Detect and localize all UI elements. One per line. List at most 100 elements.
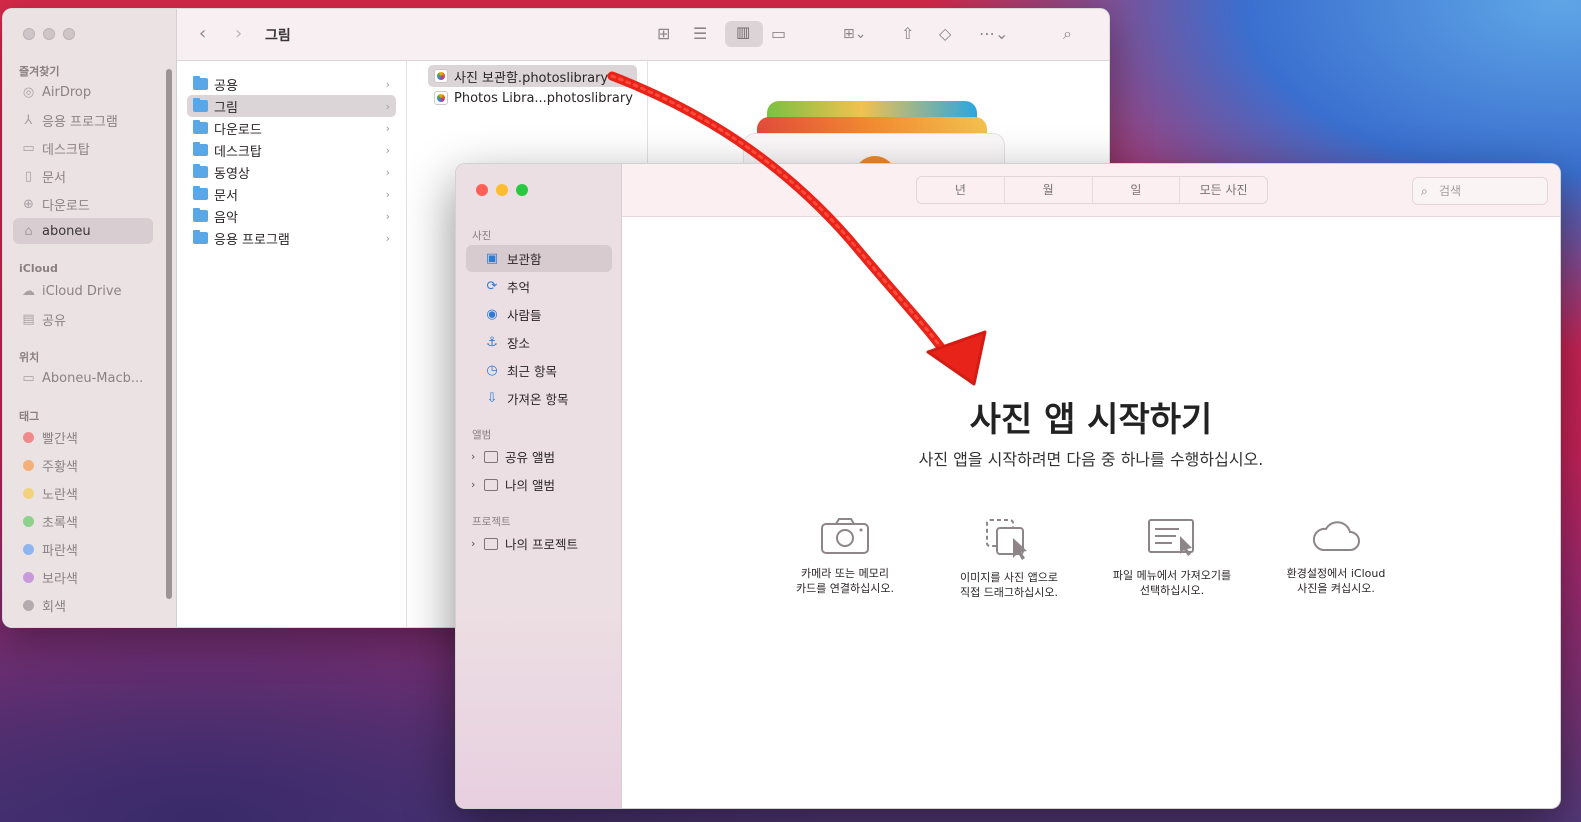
list-item[interactable]: Photos Libra...photoslibrary [428, 87, 637, 109]
option-icloud-photos: 환경설정에서 iCloud 사진을 켜십시오. [1256, 516, 1416, 596]
sidebar-item-documents[interactable]: ▯ 문서 [21, 165, 66, 187]
sidebar-item-places[interactable]: ⚓ 장소 [466, 329, 612, 356]
sidebar-scrollbar[interactable] [166, 69, 172, 599]
list-item[interactable]: 사진 보관함.photoslibrary [428, 65, 637, 87]
shared-folder-icon: ▤ [22, 311, 35, 327]
airdrop-icon: ◎ [22, 84, 35, 100]
icon-view-icon[interactable]: ⊞ [657, 23, 670, 45]
list-item[interactable]: 그림 › [187, 95, 396, 117]
tags-heading: 태그 [19, 410, 40, 423]
sidebar-item-label: aboneu [42, 223, 91, 239]
laptop-icon: ▭ [22, 370, 35, 386]
sidebar-item-my-albums[interactable]: › 나의 앨범 [466, 471, 612, 498]
icloud-heading: iCloud [19, 262, 58, 275]
home-icon: ⌂ [24, 223, 33, 239]
time-scope-segmented-control: 년 월 일 모든 사진 [916, 176, 1268, 204]
tag-dot-icon [23, 515, 34, 527]
more-actions-icon[interactable]: ⋯⌄ [979, 23, 1008, 45]
sidebar-item-label: 응용 프로그램 [42, 114, 118, 130]
sidebar-item-library[interactable]: ▣ 보관함 [466, 245, 612, 272]
zoom-button[interactable] [516, 184, 528, 196]
sidebar-item-label: 데스크탑 [42, 142, 90, 158]
sidebar-item-imports[interactable]: ⇩ 가져온 항목 [466, 385, 612, 412]
sidebar-item-airdrop[interactable]: ◎ AirDrop [21, 81, 91, 103]
list-item[interactable]: 공용 › [187, 73, 396, 95]
chevron-right-icon: › [385, 121, 390, 135]
sidebar-tag-orange[interactable]: 주황색 [21, 454, 78, 476]
tag-dot-icon [23, 487, 34, 499]
search-input[interactable]: ⌕ 검색 [1412, 177, 1548, 205]
segment-days[interactable]: 일 [1093, 177, 1181, 203]
photos-library-icon [434, 91, 448, 105]
list-item[interactable]: 응용 프로그램 › [187, 227, 396, 249]
sidebar-item-label: 초록색 [42, 515, 78, 531]
list-item[interactable]: 동영상 › [187, 161, 396, 183]
document-icon: ▯ [24, 168, 33, 184]
finder-toolbar: ‹ › 그림 ⊞ ☰ ▥ ▭ ⊞⌄ ⇧ ◇ ⋯⌄ ⌕ [177, 9, 1109, 61]
group-icon[interactable]: ⊞⌄ [843, 23, 866, 45]
sidebar-item-applications[interactable]: ⅄ 응용 프로그램 [21, 109, 118, 131]
sidebar-item-label: 보라색 [42, 571, 78, 587]
sidebar-tag-red[interactable]: 빨간색 [21, 426, 78, 448]
chevron-right-icon: › [385, 77, 390, 91]
photos-window-controls [476, 184, 528, 196]
list-view-icon[interactable]: ☰ [693, 23, 707, 45]
tag-dot-icon [23, 543, 34, 555]
close-button[interactable] [23, 28, 35, 40]
sidebar-item-macbook[interactable]: ▭ Aboneu-Macb... [21, 367, 143, 389]
sidebar-item-shared-albums[interactable]: › 공유 앨범 [466, 443, 612, 470]
share-icon[interactable]: ⇧ [901, 23, 914, 45]
sidebar-item-label: iCloud Drive [42, 283, 122, 299]
segment-months[interactable]: 월 [1005, 177, 1093, 203]
search-icon[interactable]: ⌕ [1063, 23, 1072, 45]
sidebar-item-memories[interactable]: ⟳ 추억 [466, 273, 612, 300]
sidebar-item-recents[interactable]: ◷ 최근 항목 [466, 357, 612, 384]
list-item[interactable]: 음악 › [187, 205, 396, 227]
gallery-view-icon[interactable]: ▭ [771, 23, 786, 45]
minimize-button[interactable] [43, 28, 55, 40]
sidebar-tag-blue[interactable]: 파란색 [21, 538, 78, 560]
library-icon: ▣ [485, 251, 499, 266]
icloud-icon [1312, 521, 1360, 551]
list-item[interactable]: 다운로드 › [187, 117, 396, 139]
segment-all-photos[interactable]: 모든 사진 [1180, 177, 1267, 203]
places-icon: ⚓ [486, 335, 498, 350]
photos-library-icon [434, 69, 448, 83]
back-icon[interactable]: ‹ [199, 23, 206, 45]
tag-dot-icon [23, 599, 34, 611]
zoom-button[interactable] [63, 28, 75, 40]
chevron-right-icon[interactable]: › [471, 537, 475, 550]
sidebar-item-home[interactable]: ⌂ aboneu [13, 218, 153, 244]
list-item[interactable]: 문서 › [187, 183, 396, 205]
forward-icon[interactable]: › [235, 23, 242, 45]
minimize-button[interactable] [496, 184, 508, 196]
sidebar-item-label: 문서 [42, 170, 66, 186]
tag-icon[interactable]: ◇ [939, 23, 951, 45]
sidebar-tag-yellow[interactable]: 노란색 [21, 482, 78, 504]
sidebar-item-shared[interactable]: ▤ 공유 [21, 308, 66, 330]
sidebar-item-desktop[interactable]: ▭ 데스크탑 [21, 137, 90, 159]
close-button[interactable] [476, 184, 488, 196]
sidebar-tag-purple[interactable]: 보라색 [21, 566, 78, 588]
cloud-icon: ☁ [22, 283, 35, 299]
chevron-right-icon: › [385, 165, 390, 179]
sidebar-tag-gray[interactable]: 회색 [21, 594, 66, 616]
chevron-right-icon[interactable]: › [471, 478, 475, 491]
sidebar-tag-green[interactable]: 초록색 [21, 510, 78, 532]
photos-section-heading: 사진 [472, 230, 492, 242]
list-item[interactable]: 데스크탑 › [187, 139, 396, 161]
drag-icon [986, 519, 1027, 560]
sidebar-item-icloud-drive[interactable]: ☁ iCloud Drive [21, 280, 122, 302]
sidebar-item-my-projects[interactable]: › 나의 프로젝트 [466, 530, 612, 557]
sidebar-item-people[interactable]: ◉ 사람들 [466, 301, 612, 328]
chevron-right-icon[interactable]: › [471, 450, 475, 463]
clock-icon: ◷ [486, 363, 498, 378]
folder-icon [193, 120, 208, 134]
option-file-import: 파일 메뉴에서 가져오기를 선택하십시오. [1092, 516, 1252, 598]
projects-section-heading: 프로젝트 [472, 516, 511, 528]
chevron-right-icon: › [385, 99, 390, 113]
column-view-button[interactable]: ▥ [725, 21, 763, 47]
albums-section-heading: 앨범 [472, 429, 492, 441]
sidebar-item-downloads[interactable]: ⊕ 다운로드 [21, 193, 90, 215]
segment-years[interactable]: 년 [917, 177, 1005, 203]
